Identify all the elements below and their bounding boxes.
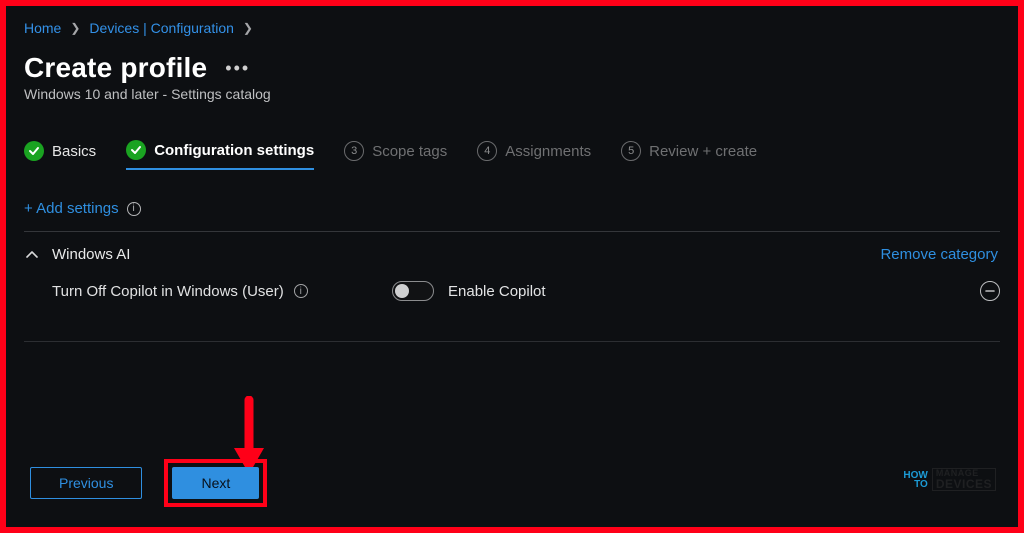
step-label: Scope tags — [372, 143, 447, 160]
step-assignments[interactable]: 4 Assignments — [477, 141, 591, 169]
wizard-footer: Previous Next — [30, 459, 267, 507]
step-label: Configuration settings — [154, 142, 314, 159]
info-icon[interactable]: i — [294, 284, 308, 298]
page-subtitle: Windows 10 and later - Settings catalog — [24, 86, 1000, 102]
step-configuration-settings[interactable]: Configuration settings — [126, 140, 314, 170]
step-label: Assignments — [505, 143, 591, 160]
add-settings-link[interactable]: + Add settings — [24, 200, 119, 217]
toggle-state-label: Enable Copilot — [448, 283, 546, 300]
divider — [24, 341, 1000, 342]
app-window: Home ❯ Devices | Configuration ❯ Create … — [0, 0, 1024, 533]
breadcrumb: Home ❯ Devices | Configuration ❯ — [24, 16, 1000, 38]
step-review-create[interactable]: 5 Review + create — [621, 141, 757, 169]
divider — [24, 231, 1000, 232]
breadcrumb-devices-configuration[interactable]: Devices | Configuration — [89, 20, 233, 36]
step-scope-tags[interactable]: 3 Scope tags — [344, 141, 447, 169]
watermark-text: DEVICES — [936, 477, 992, 491]
watermark: HOW TO MANAGE DEVICES — [903, 468, 996, 491]
chevron-right-icon: ❯ — [70, 21, 80, 35]
check-icon — [126, 140, 146, 160]
step-number-icon: 5 — [621, 141, 641, 161]
category-name: Windows AI — [52, 246, 130, 263]
toggle-turn-off-copilot[interactable] — [392, 281, 434, 301]
page-title: Create profile — [24, 52, 207, 84]
remove-setting-button[interactable] — [980, 281, 1000, 301]
chevron-up-icon[interactable] — [24, 247, 40, 263]
wizard-stepper: Basics Configuration settings 3 Scope ta… — [24, 140, 1000, 170]
step-label: Basics — [52, 143, 96, 160]
category-header: Windows AI Remove category — [24, 246, 1000, 263]
breadcrumb-home[interactable]: Home — [24, 20, 61, 36]
setting-label: Turn Off Copilot in Windows (User) — [52, 283, 284, 300]
remove-category-link[interactable]: Remove category — [880, 246, 998, 263]
step-label: Review + create — [649, 143, 757, 160]
next-button[interactable]: Next — [172, 467, 259, 499]
chevron-right-icon: ❯ — [243, 21, 253, 35]
previous-button[interactable]: Previous — [30, 467, 142, 499]
step-number-icon: 3 — [344, 141, 364, 161]
check-icon — [24, 141, 44, 161]
info-icon[interactable]: i — [127, 202, 141, 216]
toggle-knob — [395, 284, 409, 298]
more-actions-button[interactable]: ••• — [225, 58, 250, 79]
setting-row: Turn Off Copilot in Windows (User) i Ena… — [24, 281, 1000, 301]
step-number-icon: 4 — [477, 141, 497, 161]
step-basics[interactable]: Basics — [24, 141, 96, 169]
next-button-highlight: Next — [164, 459, 267, 507]
watermark-text: TO — [903, 480, 927, 489]
